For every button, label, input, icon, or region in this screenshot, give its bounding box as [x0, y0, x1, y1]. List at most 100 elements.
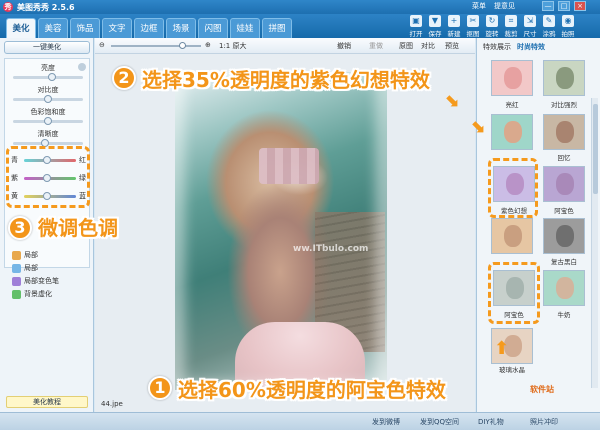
- effect-thumb[interactable]: [491, 60, 533, 96]
- scroll-thumb[interactable]: [593, 104, 598, 194]
- purple-fantasy-highlight: [488, 158, 538, 218]
- tab-collage[interactable]: 拼图: [262, 18, 292, 38]
- maximize-button[interactable]: □: [558, 1, 570, 11]
- effect-thumb[interactable]: [491, 114, 533, 150]
- effect-thumb[interactable]: [543, 60, 585, 96]
- abao-color-highlight: [488, 262, 540, 324]
- tutorial-button[interactable]: 美化教程: [6, 396, 88, 408]
- crop-tool[interactable]: ⌗ 裁剪: [503, 15, 519, 38]
- zoom-in-icon[interactable]: ⊕: [205, 41, 211, 49]
- brush-icon: [12, 264, 21, 273]
- effect-thumb[interactable]: [543, 114, 585, 150]
- resize-icon: ⇲: [524, 15, 536, 27]
- undo-button[interactable]: 撤销: [337, 41, 351, 51]
- local-item[interactable]: 局部变色笔: [12, 276, 59, 289]
- feedback-link[interactable]: 提意见: [494, 1, 515, 11]
- toolbar: ▣ 打开 ▼ 保存 + 新建 ✂ 抠图 ↻ 旋转 ⌗ 裁剪 ⇲ 尺寸 ✎ 涂鸦 ◉ 拍照: [408, 15, 576, 38]
- doodle-tool[interactable]: ✎ 涂鸦: [541, 15, 557, 38]
- zoom-label[interactable]: 1:1 原大: [219, 41, 247, 51]
- tool-label: 裁剪: [504, 30, 518, 38]
- zoom-slider[interactable]: [111, 42, 201, 49]
- thumb-face: [504, 225, 522, 247]
- sharpness-slider[interactable]: [13, 139, 83, 147]
- scissors-icon: ✂: [467, 15, 479, 27]
- resize-tool[interactable]: ⇲ 尺寸: [522, 15, 538, 38]
- original-button[interactable]: 原图: [399, 41, 413, 51]
- effects-scrollbar[interactable]: [591, 98, 598, 388]
- share-qzone-link[interactable]: 发到QQ空间: [420, 417, 459, 427]
- brightness-slider[interactable]: [13, 73, 83, 81]
- thumb-face: [556, 277, 574, 299]
- redo-button[interactable]: 重做: [369, 41, 383, 51]
- tab-beautify[interactable]: 美化: [6, 18, 36, 38]
- local-item[interactable]: 背景虚化: [12, 289, 59, 302]
- site-credit: 软件站: [530, 385, 554, 394]
- tab-face[interactable]: 美容: [38, 18, 68, 38]
- effect-thumb[interactable]: [543, 270, 585, 306]
- sharpness-label: 清晰度: [37, 130, 59, 138]
- minimize-button[interactable]: —: [542, 1, 554, 11]
- tab-fashion-effects[interactable]: 时尚特效: [515, 41, 547, 53]
- local-item-label: 局部: [24, 251, 38, 259]
- tab-doll[interactable]: 娃娃: [230, 18, 260, 38]
- rotate-icon: ↻: [486, 15, 498, 27]
- canvas-area: ⊖ ⊕ 1:1 原大 撤销 重做 原图 对比 预览 ww.ITbulo.com …: [95, 38, 475, 412]
- step-2-badge: 2: [112, 66, 136, 90]
- tab-accessories[interactable]: 饰品: [70, 18, 100, 38]
- tab-text[interactable]: 文字: [102, 18, 132, 38]
- new-tool[interactable]: + 新建: [446, 15, 462, 38]
- menu-link[interactable]: 菜单: [472, 1, 486, 11]
- tab-frame[interactable]: 边框: [134, 18, 164, 38]
- thumb-face: [556, 67, 574, 89]
- close-button[interactable]: ×: [574, 1, 586, 11]
- app-title: 美图秀秀 2.5.6: [17, 3, 75, 12]
- local-item[interactable]: 局部: [12, 263, 59, 276]
- title-bar: 秀 美图秀秀 2.5.6 菜单 提意见 — □ ×: [0, 0, 600, 14]
- tool-label: 涂鸦: [542, 30, 556, 38]
- contrast-slider[interactable]: [13, 95, 83, 103]
- step-2-text: 选择35%透明度的紫色幻想特效: [142, 68, 430, 92]
- feature-tabs: 美化 美容 饰品 文字 边框 场景 闪图 娃娃 拼图: [6, 18, 292, 38]
- tab-effects-showcase[interactable]: 特效展示: [481, 41, 513, 53]
- slider-knob[interactable]: [44, 95, 52, 103]
- saturation-label: 色彩饱和度: [30, 108, 66, 116]
- slider-knob[interactable]: [44, 117, 52, 125]
- open-icon: ▣: [410, 15, 422, 27]
- share-weibo-link[interactable]: 发到微博: [372, 417, 400, 427]
- arrow-icon: ⬊: [444, 90, 460, 111]
- new-icon: +: [448, 15, 460, 27]
- color-pen-icon: [12, 277, 21, 286]
- main-tab-bar: 美化 美容 饰品 文字 边框 场景 闪图 娃娃 拼图 ▣ 打开 ▼ 保存 + 新建 ✂…: [0, 14, 600, 38]
- watermark: ww.ITbulo.com: [293, 244, 369, 254]
- step-3-text: 微调色调: [38, 216, 118, 240]
- diy-gift-link[interactable]: DIY礼物: [478, 417, 504, 427]
- cutout-tool[interactable]: ✂ 抠图: [465, 15, 481, 38]
- slider-knob[interactable]: [47, 73, 56, 81]
- tab-flash[interactable]: 闪图: [198, 18, 228, 38]
- local-item-label: 背景虚化: [24, 290, 52, 298]
- photo-canvas[interactable]: [175, 72, 387, 390]
- open-tool[interactable]: ▣ 打开: [408, 15, 424, 38]
- photo-print-link[interactable]: 照片冲印: [530, 417, 558, 427]
- camera-tool[interactable]: ◉ 拍照: [560, 15, 576, 38]
- effect-thumb[interactable]: [491, 218, 533, 254]
- effect-label: 对比强烈: [551, 101, 577, 109]
- effect-label: 亮红: [505, 101, 519, 109]
- slider-knob[interactable]: [179, 42, 186, 49]
- rotate-tool[interactable]: ↻ 旋转: [484, 15, 500, 38]
- thumb-face: [556, 225, 574, 247]
- effect-thumb[interactable]: [543, 218, 585, 254]
- reset-icon[interactable]: [78, 63, 86, 71]
- saturation-slider[interactable]: [13, 117, 83, 125]
- compare-button[interactable]: 对比: [421, 41, 435, 51]
- zoom-out-icon[interactable]: ⊖: [99, 41, 105, 49]
- preview-button[interactable]: 预览: [445, 41, 459, 51]
- tool-label: 旋转: [485, 30, 499, 38]
- tab-scene[interactable]: 场景: [166, 18, 196, 38]
- one-key-beautify-button[interactable]: 一键美化: [4, 41, 90, 54]
- local-item[interactable]: 局部: [12, 250, 59, 263]
- status-bar: 发到微博 发到QQ空间 DIY礼物 照片冲印: [0, 412, 600, 430]
- contrast-label: 对比度: [37, 86, 59, 94]
- effect-thumb[interactable]: [543, 166, 585, 202]
- save-tool[interactable]: ▼ 保存: [427, 15, 443, 38]
